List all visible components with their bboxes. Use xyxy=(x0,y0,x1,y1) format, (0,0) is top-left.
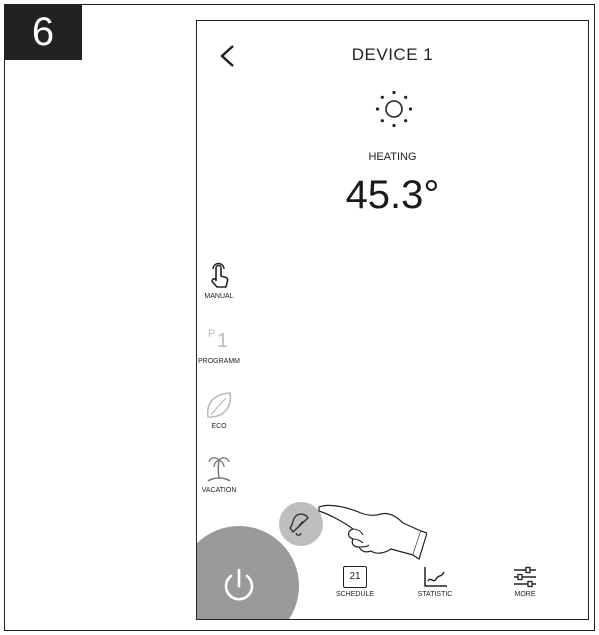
sliders-icon xyxy=(514,566,536,588)
mode-label-program: PROGRAMM xyxy=(198,358,240,365)
heating-status-label: HEATING xyxy=(368,151,417,163)
calendar-icon: 21 xyxy=(343,566,367,588)
tab-schedule[interactable]: 21 SCHEDULE xyxy=(325,566,385,598)
tab-more[interactable]: MORE xyxy=(495,566,555,598)
tab-statistic[interactable]: STATISTIC xyxy=(405,566,465,598)
leaf-icon xyxy=(206,392,232,418)
device-screen: DEVICE 1 HEATING 45.3° MANUAL P 1 PROGRA… xyxy=(196,20,589,620)
mode-manual-button[interactable]: MANUAL xyxy=(197,261,241,300)
page-title: DEVICE 1 xyxy=(351,45,434,64)
mode-program-button[interactable]: P 1 PROGRAMM xyxy=(197,326,241,365)
mode-label-manual: MANUAL xyxy=(204,293,234,300)
mode-eco-button[interactable]: ECO xyxy=(197,389,241,430)
program-p1-icon: P 1 xyxy=(206,326,232,356)
hand-touch-icon xyxy=(211,262,229,288)
tab-label-schedule: SCHEDULE xyxy=(335,591,375,598)
mode-label-eco: ECO xyxy=(211,423,227,430)
tab-label-statistic: STATISTIC xyxy=(417,591,453,598)
temperature-readout: 45.3° xyxy=(345,173,440,217)
mode-label-vacation: VACATION xyxy=(201,487,237,494)
program-p-letter: P xyxy=(208,328,216,340)
tab-label-more: MORE xyxy=(514,591,536,598)
mode-vacation-button[interactable]: VACATION xyxy=(197,453,241,494)
step-number-badge: 6 xyxy=(4,4,82,60)
pointing-hand-illustration xyxy=(318,504,427,560)
palm-island-icon xyxy=(207,457,231,482)
program-digit: 1 xyxy=(217,330,229,352)
power-icon xyxy=(224,568,254,601)
chart-icon xyxy=(424,567,447,587)
sun-icon xyxy=(374,89,414,129)
